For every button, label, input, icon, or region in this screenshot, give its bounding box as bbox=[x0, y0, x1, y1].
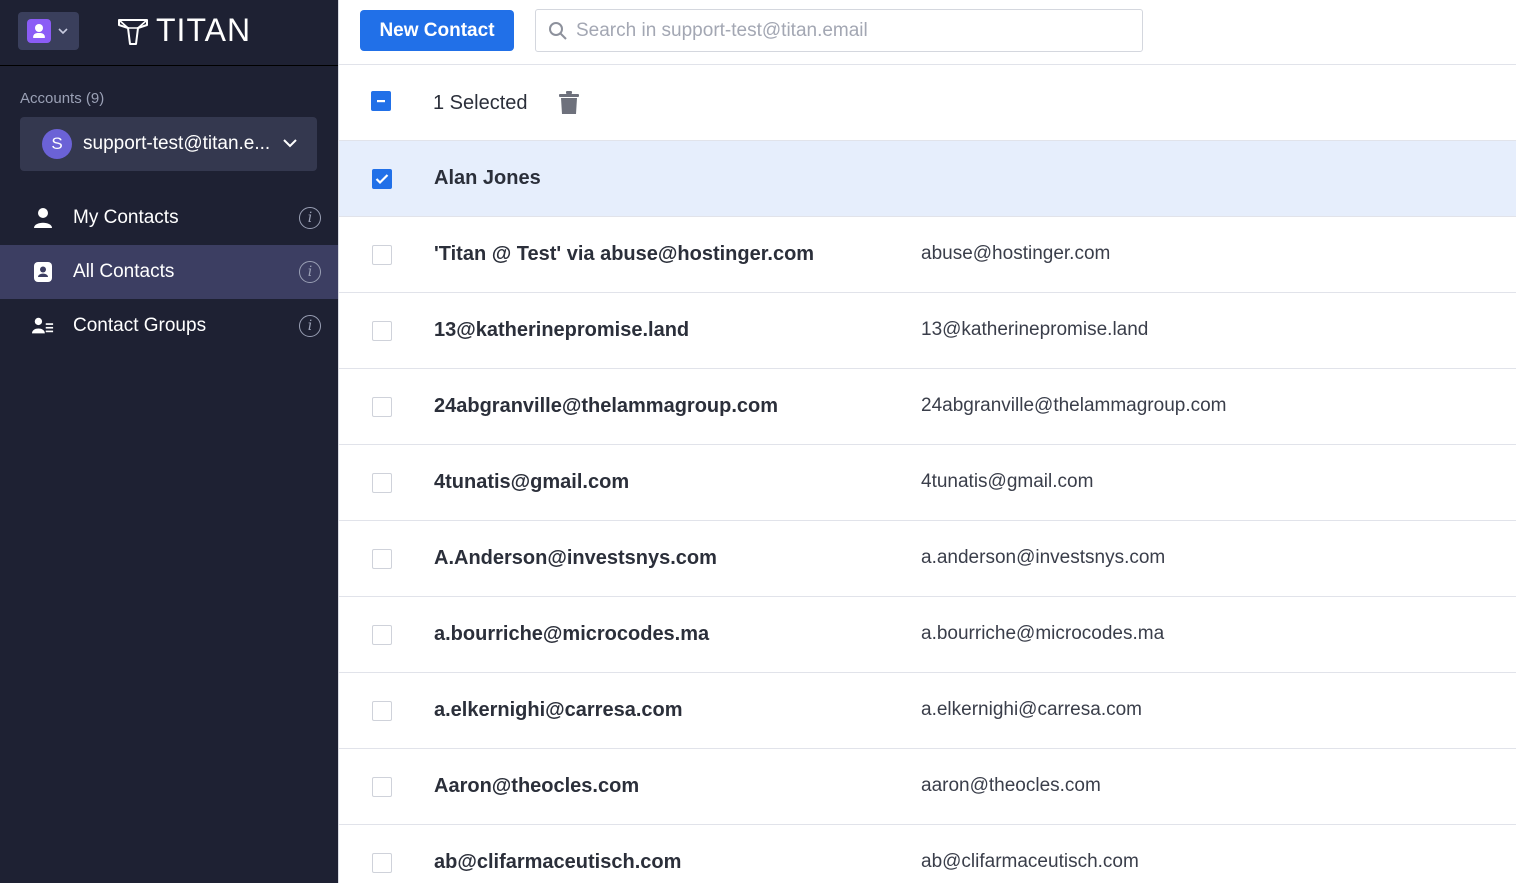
info-icon[interactable]: i bbox=[299, 207, 321, 229]
contact-email: a.anderson@investsnys.com bbox=[921, 547, 1166, 568]
accounts-label: Accounts (9) bbox=[20, 90, 105, 107]
contact-name: a.bourriche@microcodes.ma bbox=[434, 623, 710, 645]
contacts-app-icon bbox=[27, 19, 51, 43]
info-icon[interactable]: i bbox=[299, 315, 321, 337]
chevron-down-icon bbox=[58, 28, 68, 35]
sidebar-item-my-contacts[interactable]: My Contacts i bbox=[0, 191, 338, 245]
table-row[interactable]: A.Anderson@investsnys.com a.anderson@inv… bbox=[339, 521, 1516, 597]
toolbar: New Contact bbox=[339, 0, 1516, 65]
contact-name: 24abgranville@thelammagroup.com bbox=[434, 395, 779, 417]
row-checkbox[interactable] bbox=[372, 397, 392, 417]
titan-logo: TITAN bbox=[116, 12, 251, 49]
table-row[interactable]: a.bourriche@microcodes.ma a.bourriche@mi… bbox=[339, 597, 1516, 673]
sidebar-item-all-contacts[interactable]: All Contacts i bbox=[0, 245, 338, 299]
table-row[interactable]: 4tunatis@gmail.com 4tunatis@gmail.com bbox=[339, 445, 1516, 521]
contact-email: ab@clifarmaceutisch.com bbox=[921, 851, 1139, 872]
contact-name: Alan Jones bbox=[434, 167, 541, 189]
contact-book-icon bbox=[32, 261, 54, 283]
contact-email: abuse@hostinger.com bbox=[921, 243, 1111, 264]
table-row[interactable]: 13@katherinepromise.land 13@katherinepro… bbox=[339, 293, 1516, 369]
table-row[interactable]: ab@clifarmaceutisch.com ab@clifarmaceuti… bbox=[339, 825, 1516, 883]
brand-name: TITAN bbox=[156, 12, 252, 48]
app-switcher-button[interactable] bbox=[18, 12, 79, 50]
group-icon bbox=[32, 315, 54, 337]
contact-email: 24abgranville@thelammagroup.com bbox=[921, 395, 1227, 416]
table-row[interactable]: Alan Jones bbox=[339, 141, 1516, 217]
sidebar-item-label: My Contacts bbox=[73, 207, 179, 228]
row-checkbox[interactable] bbox=[372, 777, 392, 797]
select-all-checkbox[interactable] bbox=[371, 91, 391, 111]
contact-name: 4tunatis@gmail.com bbox=[434, 471, 630, 493]
titan-logo-icon bbox=[118, 18, 148, 45]
row-checkbox[interactable] bbox=[372, 473, 392, 493]
account-email: support-test@titan.e... bbox=[83, 133, 271, 154]
contact-email: 4tunatis@gmail.com bbox=[921, 471, 1094, 492]
sidebar-nav: My Contacts i All Contacts i Contact Gro… bbox=[0, 191, 338, 353]
search-box[interactable] bbox=[535, 9, 1143, 52]
contact-name: 'Titan @ Test' via abuse@hostinger.com bbox=[434, 243, 815, 265]
row-checkbox[interactable] bbox=[372, 625, 392, 645]
table-row[interactable]: a.elkernighi@carresa.com a.elkernighi@ca… bbox=[339, 673, 1516, 749]
search-icon bbox=[549, 21, 567, 40]
sidebar-header: TITAN bbox=[0, 0, 338, 66]
contact-name: a.elkernighi@carresa.com bbox=[434, 699, 683, 721]
table-row[interactable]: 24abgranville@thelammagroup.com 24abgran… bbox=[339, 369, 1516, 445]
contact-list: Alan Jones 'Titan @ Test' via abuse@host… bbox=[339, 141, 1516, 883]
row-checkbox[interactable] bbox=[372, 245, 392, 265]
row-checkbox[interactable] bbox=[372, 853, 392, 873]
row-checkbox[interactable] bbox=[372, 701, 392, 721]
contact-email: a.bourriche@microcodes.ma bbox=[921, 623, 1165, 644]
new-contact-button[interactable]: New Contact bbox=[360, 10, 514, 51]
main-panel: New Contact 1 Selected Alan Jones 'Titan… bbox=[338, 0, 1516, 883]
sidebar: TITAN Accounts (9) S support-test@titan.… bbox=[0, 0, 338, 883]
row-checkbox[interactable] bbox=[372, 321, 392, 341]
contact-email: 13@katherinepromise.land bbox=[921, 319, 1149, 340]
selection-bar: 1 Selected bbox=[339, 65, 1516, 141]
person-icon bbox=[32, 207, 54, 229]
info-icon[interactable]: i bbox=[299, 261, 321, 283]
account-selector[interactable]: S support-test@titan.e... bbox=[20, 117, 317, 171]
contact-name: Aaron@theocles.com bbox=[434, 775, 640, 797]
contact-email: aaron@theocles.com bbox=[921, 775, 1101, 796]
minus-icon bbox=[377, 100, 385, 103]
trash-icon[interactable] bbox=[558, 91, 580, 120]
table-row[interactable]: Aaron@theocles.com aaron@theocles.com bbox=[339, 749, 1516, 825]
table-row[interactable]: 'Titan @ Test' via abuse@hostinger.com a… bbox=[339, 217, 1516, 293]
row-checkbox[interactable] bbox=[372, 549, 392, 569]
avatar: S bbox=[42, 129, 72, 159]
contact-name: 13@katherinepromise.land bbox=[434, 319, 690, 341]
contact-email: a.elkernighi@carresa.com bbox=[921, 699, 1142, 720]
search-input[interactable] bbox=[576, 19, 1136, 42]
check-icon bbox=[375, 174, 389, 185]
chevron-down-icon bbox=[283, 139, 297, 148]
contact-name: ab@clifarmaceutisch.com bbox=[434, 851, 682, 873]
sidebar-item-label: Contact Groups bbox=[73, 315, 207, 336]
row-checkbox[interactable] bbox=[372, 169, 392, 189]
selection-count: 1 Selected bbox=[433, 92, 528, 114]
contact-name: A.Anderson@investsnys.com bbox=[434, 547, 717, 569]
sidebar-item-label: All Contacts bbox=[73, 261, 175, 282]
sidebar-item-contact-groups[interactable]: Contact Groups i bbox=[0, 299, 338, 353]
